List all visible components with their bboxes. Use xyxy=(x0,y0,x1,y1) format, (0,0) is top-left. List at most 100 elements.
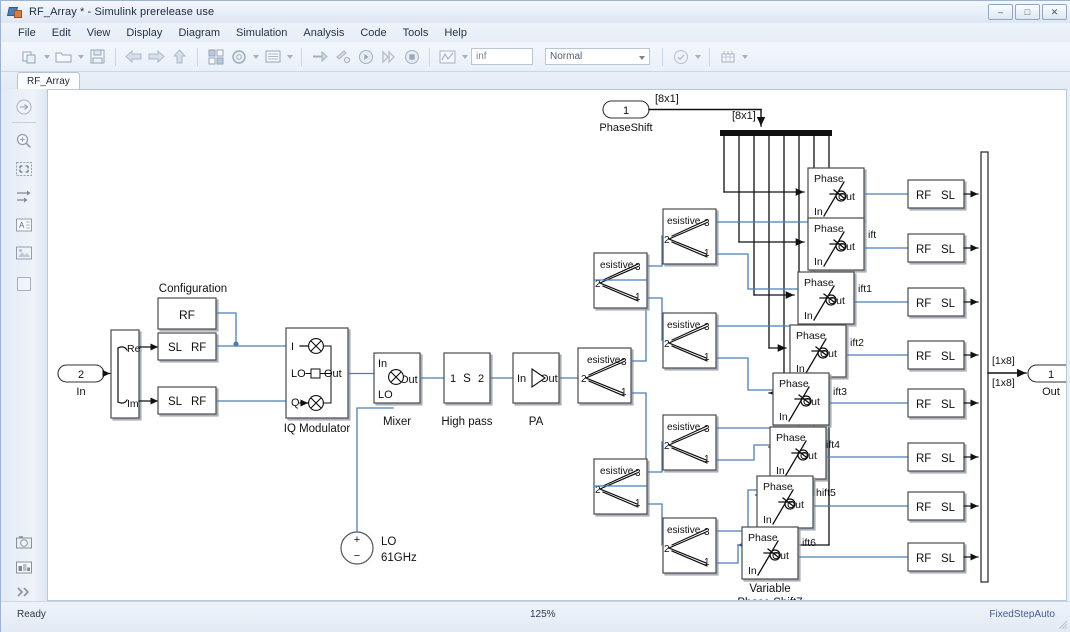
input-port-group[interactable]: 2 In xyxy=(57,364,105,398)
run-icon[interactable] xyxy=(355,46,376,67)
variable-phase-shift-3[interactable]: Phase In Out xyxy=(789,324,847,378)
splitter-stage3-3[interactable]: esistive 2 3 1 xyxy=(662,414,717,471)
model-configuration-dropdown-icon[interactable] xyxy=(251,47,260,67)
data-inspector-dropdown-icon[interactable] xyxy=(740,47,749,67)
data-inspector-icon[interactable] xyxy=(717,46,738,67)
ps0-port-phase: Phase xyxy=(814,173,844,185)
lo-source-block[interactable]: + − xyxy=(340,531,374,565)
mux-out-label-top: [1x8] xyxy=(992,355,1015,367)
sl-to-rf-block-2[interactable]: SL RF xyxy=(157,386,217,415)
pa-block[interactable]: In Out xyxy=(512,352,560,404)
stop-time-input[interactable]: inf xyxy=(471,48,533,65)
variable-phase-shift-4[interactable]: Phase In Out xyxy=(772,372,830,426)
resize-grip-icon[interactable] xyxy=(1058,620,1068,630)
model-explorer-icon[interactable] xyxy=(262,46,283,67)
splitter-stage3-4[interactable]: esistive 2 3 1 xyxy=(662,517,717,574)
legend-icon[interactable] xyxy=(14,557,34,577)
mixer-block[interactable]: In LO Out xyxy=(373,352,421,404)
stop-icon[interactable] xyxy=(401,46,422,67)
model-configuration-icon[interactable] xyxy=(228,46,249,67)
update-diagram-icon[interactable] xyxy=(309,46,330,67)
configuration-block[interactable]: RF xyxy=(157,297,217,330)
mux-bar[interactable] xyxy=(980,151,989,583)
back-icon[interactable] xyxy=(123,46,144,67)
rf-to-sl-block-8[interactable]: RF SL xyxy=(907,542,965,572)
build-icon[interactable] xyxy=(332,46,353,67)
model-canvas[interactable]: 1 PhaseShift [8x1] [8x1] 2 In Re Im Conf… xyxy=(47,89,1067,601)
complex-to-real-imag-block[interactable]: Re Im xyxy=(110,329,141,419)
zoom-in-icon[interactable] xyxy=(14,131,34,151)
menu-file[interactable]: File xyxy=(10,26,44,40)
variable-phase-shift-6[interactable]: Phase In Out xyxy=(756,475,814,529)
tab-rf-array[interactable]: RF_Array xyxy=(17,72,80,89)
demux-bar[interactable] xyxy=(720,130,832,136)
maximize-button[interactable]: □ xyxy=(1015,4,1040,20)
splitter-stage3-2[interactable]: esistive 2 3 1 xyxy=(662,312,717,369)
lo-label-line1: LO xyxy=(381,536,396,548)
ps4-label: ift3 xyxy=(833,386,847,398)
configuration-rf-text: RF xyxy=(179,308,195,322)
variable-phase-shift-1[interactable]: Phase In Out xyxy=(807,217,865,271)
scope-icon[interactable] xyxy=(437,46,458,67)
fit-to-view-icon[interactable] xyxy=(14,97,34,117)
simulation-mode-select[interactable]: Normal xyxy=(545,48,650,65)
forward-icon[interactable] xyxy=(146,46,167,67)
variable-phase-shift-5[interactable]: Phase In Out xyxy=(769,426,827,480)
high-pass-label: High pass xyxy=(441,416,492,428)
step-forward-icon[interactable] xyxy=(378,46,399,67)
rf-to-sl-block-1[interactable]: RF SL xyxy=(907,179,965,209)
up-to-parent-icon[interactable] xyxy=(169,46,190,67)
menu-diagram[interactable]: Diagram xyxy=(170,26,228,40)
menu-simulation[interactable]: Simulation xyxy=(228,26,295,40)
solver-status[interactable]: FixedStepAuto xyxy=(989,609,1055,620)
iq-modulator-block[interactable]: I LO Q Out xyxy=(285,327,349,419)
rf-to-sl-block-7[interactable]: RF SL xyxy=(907,491,965,521)
new-model-icon[interactable] xyxy=(19,46,40,67)
splitter-stage3-1[interactable]: esistive 2 3 1 xyxy=(662,208,717,265)
image-icon[interactable] xyxy=(14,243,34,263)
library-browser-icon[interactable] xyxy=(205,46,226,67)
input-port-label: In xyxy=(76,386,85,398)
rf-to-sl-block-2[interactable]: RF SL xyxy=(907,233,965,263)
output-port-group[interactable]: 1 Out xyxy=(1027,364,1067,398)
open-model-dropdown-icon[interactable] xyxy=(76,47,85,67)
area-icon[interactable] xyxy=(14,274,34,294)
open-model-icon[interactable] xyxy=(53,46,74,67)
zoom-level[interactable]: 125% xyxy=(530,609,556,620)
annotation-icon[interactable]: A xyxy=(14,215,34,235)
menu-tools[interactable]: Tools xyxy=(395,26,437,40)
variable-phase-shift-7[interactable]: Phase In Out xyxy=(741,526,799,580)
splitter-stage1[interactable]: esistive 2 3 1 xyxy=(577,347,632,404)
menu-edit[interactable]: Edit xyxy=(44,26,79,40)
rf-to-sl-block-4[interactable]: RF SL xyxy=(907,340,965,370)
iq-port-i: I xyxy=(291,341,294,353)
model-advisor-dropdown-icon[interactable] xyxy=(693,47,702,67)
variable-phase-shift-0[interactable]: Phase In Out xyxy=(807,167,865,221)
rf-to-sl-block-5[interactable]: RF SL xyxy=(907,388,965,418)
splitter-2a-label: esistive xyxy=(600,260,634,271)
model-explorer-dropdown-icon[interactable] xyxy=(285,47,294,67)
menu-view[interactable]: View xyxy=(79,26,119,40)
scope-dropdown-icon[interactable] xyxy=(460,47,469,67)
menu-code[interactable]: Code xyxy=(352,26,394,40)
camera-icon[interactable] xyxy=(14,532,34,552)
new-model-dropdown-icon[interactable] xyxy=(42,47,51,67)
expand-chevrons-icon[interactable] xyxy=(14,582,34,602)
ps4-port-phase: Phase xyxy=(779,378,809,390)
signal-routing-icon[interactable] xyxy=(14,187,34,207)
high-pass-block[interactable]: 1 S 2 xyxy=(443,352,491,404)
menu-analysis[interactable]: Analysis xyxy=(295,26,352,40)
menu-help[interactable]: Help xyxy=(436,26,475,40)
menu-display[interactable]: Display xyxy=(118,26,170,40)
minimize-button[interactable]: – xyxy=(988,4,1013,20)
close-button[interactable]: ✕ xyxy=(1042,4,1067,20)
rf-to-sl-block-6[interactable]: RF SL xyxy=(907,442,965,472)
fit-to-window-icon[interactable] xyxy=(14,159,34,179)
rfsl6-out: SL xyxy=(941,453,956,465)
sl-to-rf-block-1[interactable]: SL RF xyxy=(157,332,217,361)
variable-phase-shift-2[interactable]: Phase In Out xyxy=(797,271,855,325)
rf-to-sl-block-3[interactable]: RF SL xyxy=(907,287,965,317)
model-advisor-icon[interactable] xyxy=(670,46,691,67)
save-model-icon[interactable] xyxy=(87,46,108,67)
phaseshift-inport-group[interactable]: 1 PhaseShift xyxy=(599,100,653,134)
